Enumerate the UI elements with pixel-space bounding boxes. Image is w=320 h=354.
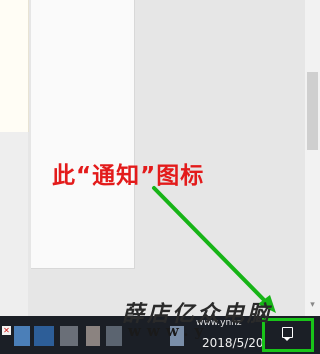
- action-center-icon[interactable]: [282, 327, 293, 341]
- scrollbar-thumb[interactable]: [307, 72, 318, 150]
- arrow-line: [152, 186, 270, 306]
- close-icon[interactable]: ✕: [2, 326, 11, 335]
- taskbar-app-icon[interactable]: [34, 326, 54, 346]
- watermark-url: www.y: [128, 322, 210, 340]
- taskbar-app-icon[interactable]: [14, 326, 30, 346]
- page-left-background: [0, 132, 28, 316]
- taskbar-app-icon[interactable]: [60, 326, 78, 346]
- page-left-column: [0, 0, 29, 132]
- scrollbar[interactable]: [305, 0, 320, 316]
- content-panel: [31, 0, 135, 269]
- taskbar-app-icon[interactable]: [86, 326, 100, 346]
- taskbar-app-icon[interactable]: [106, 326, 122, 346]
- annotation-label: 此“通知”图标: [52, 163, 205, 189]
- clock-date[interactable]: 2018/5/20: [202, 336, 264, 350]
- scroll-down-arrow-icon[interactable]: ▾: [307, 298, 318, 312]
